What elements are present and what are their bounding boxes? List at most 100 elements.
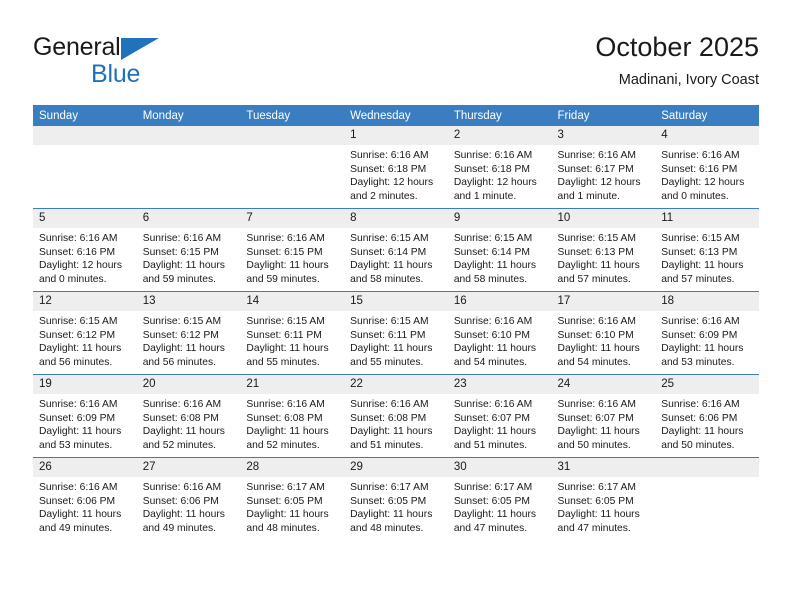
daylight-text: Daylight: 11 hours and 48 minutes.: [350, 509, 433, 534]
daylight-text: Daylight: 11 hours and 57 minutes.: [557, 260, 640, 285]
sunrise-text: Sunrise: 6:16 AM: [661, 150, 740, 161]
daylight-text: Daylight: 11 hours and 54 minutes.: [557, 343, 640, 368]
daylight-text: Daylight: 11 hours and 59 minutes.: [142, 260, 225, 285]
daylight-text: Daylight: 11 hours and 51 minutes.: [453, 426, 537, 451]
day-details: Sunrise: 6:16 AM Sunset: 6:16 PM Daylight:…: [33, 228, 137, 286]
page-title: October 2025: [595, 32, 759, 62]
calendar-day-cell[interactable]: 3 Sunrise: 6:16 AM Sunset: 6:17 PM Daylight…: [551, 126, 656, 209]
day-number: 23: [447, 375, 552, 394]
sunset-text: Sunset: 6:15 PM: [142, 246, 219, 258]
calendar-day-cell[interactable]: 24 Sunrise: 6:16 AM Sunset: 6:07 PM Dayligh…: [551, 374, 656, 458]
daylight-text: Daylight: 11 hours and 59 minutes.: [246, 260, 329, 285]
calendar-day-cell[interactable]: 8 Sunrise: 6:15 AM Sunset: 6:14 PM Daylight…: [344, 208, 448, 292]
calendar-day-cell[interactable]: 31 Sunrise: 6:17 AM Sunset: 6:05 PM Dayligh…: [551, 457, 656, 540]
calendar-day-cell[interactable]: 15 Sunrise: 6:15 AM Sunset: 6:11 PM Dayligh…: [344, 291, 448, 375]
day-details: Sunrise: 6:17 AM Sunset: 6:05 PM Daylight:…: [344, 477, 448, 535]
page-subtitle: Madinani, Ivory Coast: [618, 72, 759, 88]
sunrise-text: Sunrise: 6:17 AM: [350, 482, 429, 493]
day-number: 30: [447, 458, 552, 477]
calendar-day-cell[interactable]: 16 Sunrise: 6:16 AM Sunset: 6:10 PM Dayligh…: [447, 291, 552, 375]
calendar-day-cell[interactable]: 21 Sunrise: 6:16 AM Sunset: 6:08 PM Dayligh…: [240, 374, 345, 458]
calendar-day-cell[interactable]: 22 Sunrise: 6:16 AM Sunset: 6:08 PM Dayligh…: [344, 374, 448, 458]
day-details: Sunrise: 6:16 AM Sunset: 6:15 PM Daylight:…: [240, 228, 344, 286]
general-blue-logo[interactable]: General Blue: [33, 32, 263, 92]
sunset-text: Sunset: 6:06 PM: [39, 495, 116, 507]
calendar-day-cell[interactable]: 23 Sunrise: 6:16 AM Sunset: 6:07 PM Dayligh…: [447, 374, 552, 458]
calendar-day-cell[interactable]: 5 Sunrise: 6:16 AM Sunset: 6:16 PM Daylight…: [33, 208, 137, 292]
sunrise-text: Sunrise: 6:16 AM: [453, 399, 533, 410]
calendar-day-cell[interactable]: 26 Sunrise: 6:16 AM Sunset: 6:06 PM Dayligh…: [33, 457, 137, 540]
day-details: Sunrise: 6:16 AM Sunset: 6:09 PM Daylight:…: [655, 311, 759, 369]
day-number: 4: [655, 126, 759, 145]
brand-name-general: General: [33, 33, 121, 61]
sunset-text: Sunset: 6:13 PM: [661, 246, 738, 258]
calendar-day-cell[interactable]: 13 Sunrise: 6:15 AM Sunset: 6:12 PM Dayligh…: [136, 291, 241, 375]
sunrise-text: Sunrise: 6:17 AM: [453, 482, 533, 493]
sunset-text: Sunset: 6:08 PM: [142, 412, 219, 424]
calendar-day-cell[interactable]: 27 Sunrise: 6:16 AM Sunset: 6:06 PM Dayligh…: [136, 457, 241, 540]
sunrise-text: Sunrise: 6:16 AM: [246, 399, 325, 410]
daylight-text: Daylight: 11 hours and 49 minutes.: [39, 509, 122, 534]
daylight-text: Daylight: 12 hours and 1 minute.: [557, 177, 641, 202]
sunrise-text: Sunrise: 6:17 AM: [246, 482, 325, 493]
day-number: 14: [240, 292, 345, 311]
calendar-day-cell[interactable]: 7 Sunrise: 6:16 AM Sunset: 6:15 PM Daylight…: [240, 208, 345, 292]
sunset-text: Sunset: 6:10 PM: [453, 329, 530, 341]
day-number: 12: [33, 292, 137, 311]
daylight-text: Daylight: 11 hours and 50 minutes.: [661, 426, 744, 451]
calendar-day-cell[interactable]: 25 Sunrise: 6:16 AM Sunset: 6:06 PM Dayligh…: [655, 374, 759, 458]
calendar-day-cell[interactable]: 29 Sunrise: 6:17 AM Sunset: 6:05 PM Dayligh…: [344, 457, 448, 540]
sunrise-text: Sunrise: 6:16 AM: [39, 482, 118, 493]
day-details: Sunrise: 6:17 AM Sunset: 6:05 PM Daylight:…: [240, 477, 344, 535]
sunset-text: Sunset: 6:08 PM: [246, 412, 323, 424]
calendar-day-cell[interactable]: 30 Sunrise: 6:17 AM Sunset: 6:05 PM Dayligh…: [447, 457, 552, 540]
day-number: 20: [136, 375, 241, 394]
calendar-day-cell[interactable]: 28 Sunrise: 6:17 AM Sunset: 6:05 PM Dayligh…: [240, 457, 345, 540]
sunset-text: Sunset: 6:17 PM: [557, 163, 634, 175]
sunset-text: Sunset: 6:05 PM: [350, 495, 427, 507]
day-number: 17: [551, 292, 656, 311]
calendar-day-cell[interactable]: 9 Sunrise: 6:15 AM Sunset: 6:14 PM Daylight…: [447, 208, 552, 292]
calendar-week-row: 5 Sunrise: 6:16 AM Sunset: 6:16 PM Daylight…: [33, 208, 759, 292]
sunset-text: Sunset: 6:12 PM: [142, 329, 219, 341]
calendar-day-cell[interactable]: 19 Sunrise: 6:16 AM Sunset: 6:09 PM Dayligh…: [33, 374, 137, 458]
sunset-text: Sunset: 6:05 PM: [557, 495, 634, 507]
calendar-day-cell[interactable]: 1 Sunrise: 6:16 AM Sunset: 6:18 PM Daylight…: [344, 126, 448, 209]
calendar-day-cell[interactable]: 17 Sunrise: 6:16 AM Sunset: 6:10 PM Dayligh…: [551, 291, 656, 375]
calendar-day-cell[interactable]: 12 Sunrise: 6:15 AM Sunset: 6:12 PM Dayligh…: [33, 291, 137, 375]
sunset-text: Sunset: 6:14 PM: [453, 246, 530, 258]
sunrise-text: Sunrise: 6:16 AM: [453, 150, 533, 161]
calendar-day-cell[interactable]: 14 Sunrise: 6:15 AM Sunset: 6:11 PM Dayligh…: [240, 291, 345, 375]
sunset-text: Sunset: 6:10 PM: [557, 329, 634, 341]
day-details: Sunrise: 6:16 AM Sunset: 6:06 PM Daylight:…: [655, 394, 759, 452]
day-number: 27: [136, 458, 241, 477]
sunset-text: Sunset: 6:06 PM: [142, 495, 219, 507]
calendar-day-cell[interactable]: 4 Sunrise: 6:16 AM Sunset: 6:16 PM Daylight…: [655, 126, 759, 209]
calendar-day-cell[interactable]: 20 Sunrise: 6:16 AM Sunset: 6:08 PM Dayligh…: [136, 374, 241, 458]
sunrise-text: Sunrise: 6:16 AM: [557, 150, 636, 161]
sunset-text: Sunset: 6:18 PM: [453, 163, 530, 175]
triangle-icon: [121, 38, 159, 60]
calendar-day-cell[interactable]: 2 Sunrise: 6:16 AM Sunset: 6:18 PM Daylight…: [447, 126, 552, 209]
calendar-day-cell[interactable]: 11 Sunrise: 6:15 AM Sunset: 6:13 PM Dayligh…: [655, 208, 759, 292]
calendar-day-cell[interactable]: 18 Sunrise: 6:16 AM Sunset: 6:09 PM Dayligh…: [655, 291, 759, 375]
daylight-text: Daylight: 11 hours and 52 minutes.: [142, 426, 225, 451]
day-details: Sunrise: 6:16 AM Sunset: 6:15 PM Daylight:…: [137, 228, 241, 286]
daylight-text: Daylight: 11 hours and 50 minutes.: [557, 426, 640, 451]
day-details: Sunrise: 6:16 AM Sunset: 6:07 PM Daylight:…: [552, 394, 656, 452]
sunrise-text: Sunrise: 6:16 AM: [39, 233, 118, 244]
daylight-text: Daylight: 12 hours and 1 minute.: [453, 177, 537, 202]
sunrise-text: Sunrise: 6:15 AM: [350, 316, 429, 327]
daylight-text: Daylight: 11 hours and 55 minutes.: [350, 343, 433, 368]
sunset-text: Sunset: 6:13 PM: [557, 246, 634, 258]
calendar-day-cell[interactable]: 6 Sunrise: 6:16 AM Sunset: 6:15 PM Daylight…: [136, 208, 241, 292]
day-details: Sunrise: 6:17 AM Sunset: 6:05 PM Daylight:…: [448, 477, 552, 535]
sunset-text: Sunset: 6:15 PM: [246, 246, 323, 258]
sunset-text: Sunset: 6:11 PM: [350, 329, 426, 341]
sunrise-text: Sunrise: 6:16 AM: [661, 399, 740, 410]
weekday-header-tuesday: Tuesday: [240, 105, 345, 126]
day-number: 8: [344, 209, 448, 228]
calendar-day-cell[interactable]: 10 Sunrise: 6:15 AM Sunset: 6:13 PM Dayligh…: [551, 208, 656, 292]
calendar-body: 1 Sunrise: 6:16 AM Sunset: 6:18 PM Daylight…: [33, 126, 759, 540]
day-number: 25: [655, 375, 759, 394]
